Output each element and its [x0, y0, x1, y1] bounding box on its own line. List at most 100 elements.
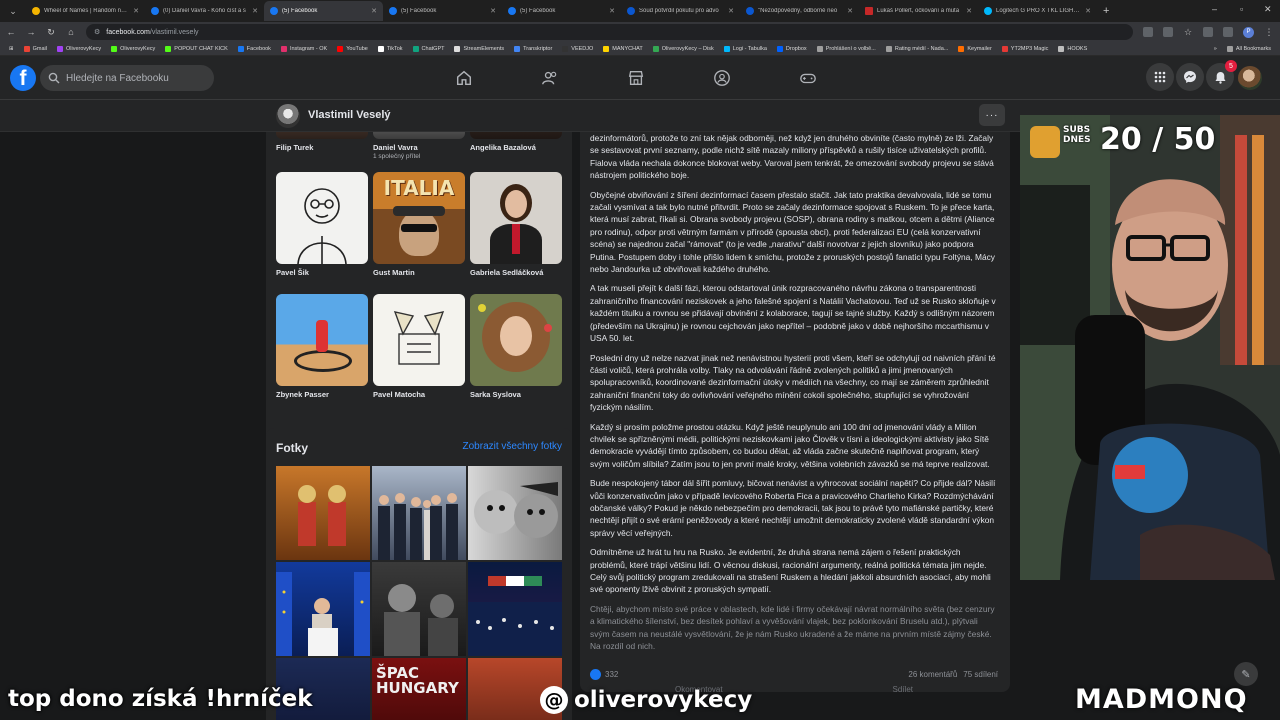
close-icon[interactable]: ✕: [966, 7, 972, 15]
bookmark-item[interactable]: StreamElements: [449, 45, 509, 52]
friend-item[interactable]: ITALIA Gust Martin: [373, 172, 465, 277]
all-bookmarks-item[interactable]: All Bookmarks: [1222, 45, 1276, 52]
bookmark-item[interactable]: ChatGPT: [408, 45, 450, 52]
friend-photo[interactable]: ITALIA: [373, 172, 465, 264]
site-info-icon[interactable]: ⚙: [94, 28, 100, 36]
zoom-icon[interactable]: [1163, 27, 1173, 37]
browser-profile-avatar[interactable]: P: [1243, 26, 1254, 38]
friend-name[interactable]: Daniel Vavra: [373, 143, 465, 152]
friend-name[interactable]: Sarka Syslova: [470, 390, 562, 399]
photo-thumbnail[interactable]: [468, 562, 562, 656]
close-icon[interactable]: ✕: [371, 7, 377, 15]
bookmark-item[interactable]: VEEDJO: [557, 45, 598, 52]
friend-photo[interactable]: [373, 294, 465, 386]
edit-icon[interactable]: ✎: [1234, 662, 1258, 686]
cast-icon[interactable]: [1143, 27, 1153, 37]
close-icon[interactable]: ✕: [490, 7, 496, 15]
browser-tab[interactable]: Soud potvrdil pokutu pro advo ✕: [621, 1, 740, 21]
bookmark-item[interactable]: Prohlášení o volbě...: [812, 45, 881, 52]
see-all-photos-link[interactable]: Zobrazit všechny fotky: [463, 441, 562, 452]
friend-item[interactable]: Daniel Vavra 1 společný přítel: [373, 132, 465, 160]
bookmark-item[interactable]: YouTube: [332, 45, 373, 52]
friend-photo[interactable]: [373, 132, 465, 139]
kebab-menu-icon[interactable]: ⋮: [1264, 27, 1274, 38]
friends-icon[interactable]: [538, 66, 562, 90]
browser-tab[interactable]: (5) Facebook ✕: [383, 1, 502, 21]
marketplace-icon[interactable]: [624, 66, 648, 90]
friend-item[interactable]: Angelika Bazalová: [470, 132, 562, 152]
profile-avatar[interactable]: [276, 104, 300, 128]
bookmark-item[interactable]: TikTok: [373, 45, 408, 52]
tab-search-icon[interactable]: ⌄: [0, 6, 26, 17]
photo-thumbnail[interactable]: [276, 562, 370, 656]
bookmark-item[interactable]: Gmail: [19, 45, 52, 52]
bookmark-item[interactable]: Logi - Tabulka: [719, 45, 772, 52]
profile-more-button[interactable]: ···: [979, 104, 1005, 126]
browser-tab[interactable]: (5) Facebook ✕: [502, 1, 621, 21]
photo-thumbnail[interactable]: ŠPAC HUNGARY: [372, 658, 466, 720]
browser-tab[interactable]: Logitech G PRO X TKL LIGHTSP ✕: [978, 1, 1097, 21]
friend-photo[interactable]: [276, 294, 368, 386]
forward-icon[interactable]: →: [26, 27, 36, 37]
browser-tab[interactable]: (0) Daniel Vavra - Koho číst a s ✕: [145, 1, 264, 21]
new-tab-button[interactable]: +: [1097, 5, 1115, 17]
bookmark-item[interactable]: Dropbox: [772, 45, 812, 52]
bookmark-item[interactable]: OliverovyKecy: [106, 45, 160, 52]
friend-name[interactable]: Pavel Matocha: [373, 390, 465, 399]
photo-thumbnail[interactable]: [468, 466, 562, 560]
friend-item[interactable]: Sarka Syslova: [470, 294, 562, 399]
maximize-icon[interactable]: ▫: [1240, 4, 1243, 14]
close-window-icon[interactable]: ✕: [1264, 4, 1272, 15]
close-icon[interactable]: ✕: [133, 7, 139, 15]
bookmark-item[interactable]: YT2MP3 Magic: [997, 45, 1054, 52]
friend-item[interactable]: Pavel Šik: [276, 172, 368, 277]
bookmark-item[interactable]: Rating médií - Nada...: [881, 45, 954, 52]
friend-photo[interactable]: [470, 294, 562, 386]
gaming-icon[interactable]: [796, 66, 820, 90]
url-field[interactable]: ⚙ facebook.com/vlastimil.vesely: [86, 24, 1133, 40]
browser-tab[interactable]: Wheel of Names | Random nam ✕: [26, 1, 145, 21]
bell-icon[interactable]: 5: [1206, 60, 1237, 91]
friend-name[interactable]: Pavel Šik: [276, 268, 368, 277]
share-button[interactable]: Sdílet: [893, 685, 913, 694]
browser-tab[interactable]: "Nezodpovědný, odborně neo ✕: [740, 1, 859, 21]
extensions-icon[interactable]: [1203, 27, 1213, 37]
menu-grid-icon[interactable]: [1146, 63, 1174, 91]
friend-photo[interactable]: [276, 132, 368, 139]
browser-tab[interactable]: Lukáš Pollert, očkování a muta ✕: [859, 1, 978, 21]
bookmark-item[interactable]: Instagram - OK: [276, 45, 332, 52]
close-icon[interactable]: ✕: [1085, 7, 1091, 15]
friend-item[interactable]: Pavel Matocha: [373, 294, 465, 399]
friend-name[interactable]: Gabriela Sedláčková: [470, 268, 562, 277]
sidepanel-icon[interactable]: [1223, 27, 1233, 37]
bookmark-item[interactable]: HOOKS: [1053, 45, 1092, 52]
bookmark-item[interactable]: OliverovyKecy – Disk: [648, 45, 719, 52]
profile-name[interactable]: Vlastimil Veselý: [308, 109, 391, 121]
friend-name[interactable]: Filip Turek: [276, 143, 368, 152]
photo-thumbnail[interactable]: [372, 466, 466, 560]
close-icon[interactable]: ✕: [728, 7, 734, 15]
friend-name[interactable]: Gust Martin: [373, 268, 465, 277]
bookmark-item[interactable]: POPOUT CHAT KICK: [160, 45, 232, 52]
bookmark-item[interactable]: Facebook: [233, 45, 276, 52]
bookmark-item[interactable]: Keymailer: [953, 45, 996, 52]
avatar[interactable]: [1238, 66, 1262, 90]
photo-thumbnail[interactable]: [276, 466, 370, 560]
messenger-icon[interactable]: [1176, 63, 1204, 91]
close-icon[interactable]: ✕: [252, 7, 258, 15]
comment-count[interactable]: 26 komentářů: [908, 670, 957, 679]
bookmark-item[interactable]: OliverovyKecy: [52, 45, 106, 52]
facebook-logo-icon[interactable]: f: [10, 65, 36, 91]
search-input[interactable]: Hledejte na Facebooku: [40, 65, 214, 91]
share-count[interactable]: 75 sdílení: [963, 670, 998, 679]
apps-icon[interactable]: ⊞: [4, 46, 19, 52]
reload-icon[interactable]: ↻: [46, 27, 56, 38]
friend-name[interactable]: Zbynek Passer: [276, 390, 368, 399]
friend-item[interactable]: Gabriela Sedláčková: [470, 172, 562, 277]
more-bookmarks-icon[interactable]: »: [1209, 46, 1222, 52]
close-icon[interactable]: ✕: [847, 7, 853, 15]
home-icon[interactable]: [452, 66, 476, 90]
close-icon[interactable]: ✕: [609, 7, 615, 15]
friend-photo[interactable]: [470, 172, 562, 264]
friend-photo[interactable]: [276, 172, 368, 264]
